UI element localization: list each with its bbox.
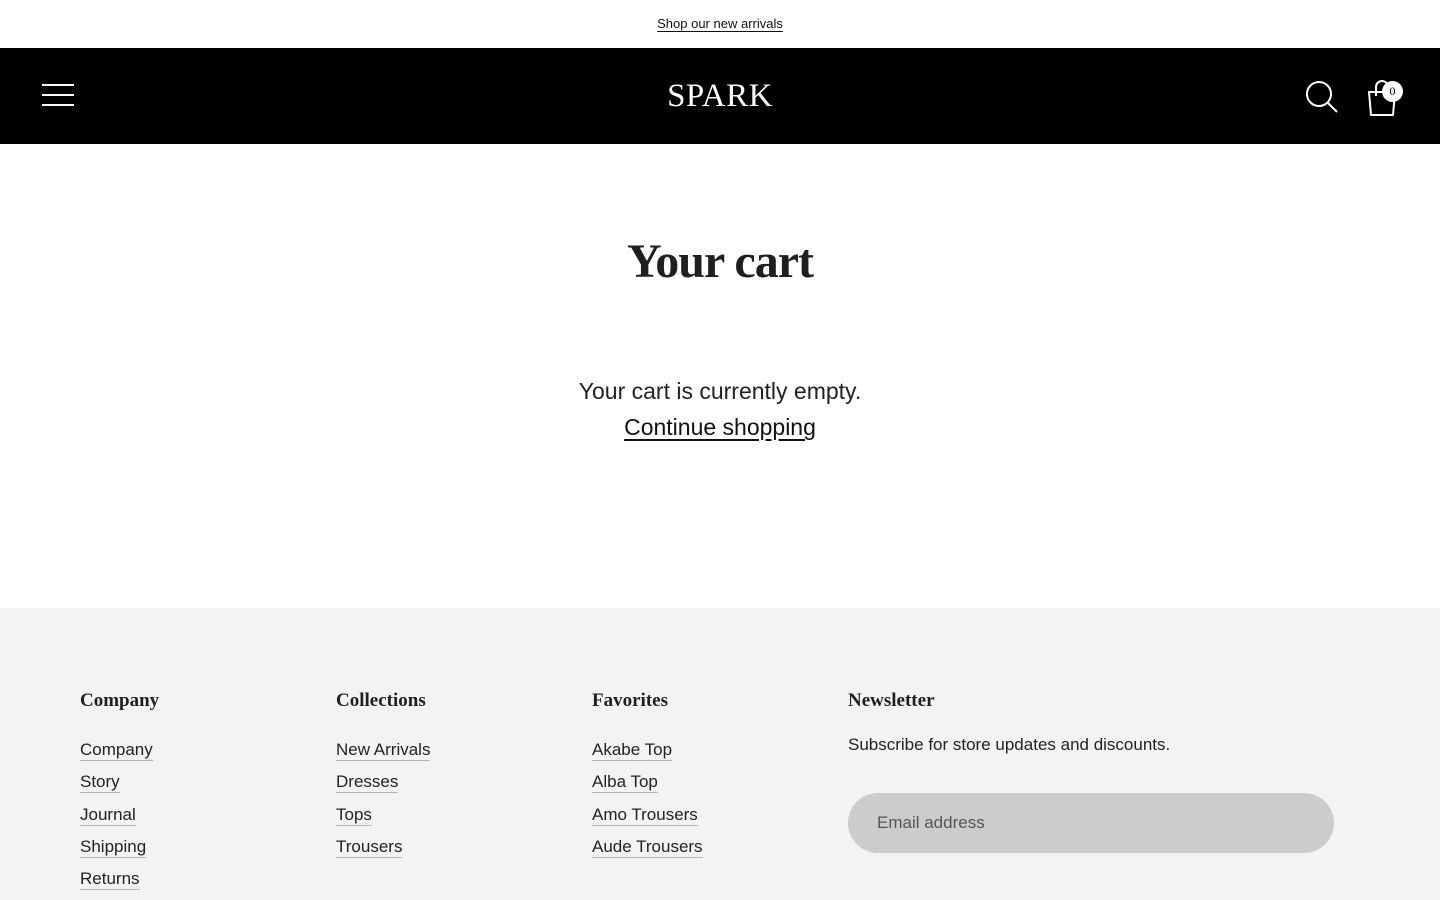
newsletter-email-input[interactable] [848, 793, 1334, 853]
footer-heading-favorites: Favorites [592, 690, 668, 711]
footer-link-company[interactable]: Company [80, 740, 153, 761]
footer-heading-company: Company [80, 690, 160, 711]
footer-column-collections: Collections New Arrivals Dresses Tops Tr… [336, 690, 431, 869]
footer-link-new-arrivals[interactable]: New Arrivals [336, 740, 431, 761]
footer-link-aude-trousers[interactable]: Aude Trousers [592, 836, 703, 858]
site-header: SPARK [0, 48, 1440, 144]
site-footer: Company Company Story Journal Shipping R… [0, 608, 1440, 900]
page-title: Your cart [626, 235, 814, 288]
footer-link-trousers[interactable]: Trousers [336, 836, 403, 858]
search-icon[interactable] [1304, 79, 1340, 115]
footer-link-dresses[interactable]: Dresses [336, 772, 399, 794]
footer-link-story[interactable]: Story [80, 772, 120, 794]
site-logo[interactable]: SPARK [667, 78, 773, 114]
hamburger-menu-icon[interactable] [42, 82, 74, 108]
footer-link-returns[interactable]: Returns [80, 869, 140, 891]
logo-container: SPARK [0, 76, 1440, 116]
footer-heading-collections: Collections [336, 690, 426, 711]
cart-main: Your cart Your cart is currently empty. … [0, 144, 1440, 608]
footer-link-shipping[interactable]: Shipping [80, 836, 147, 858]
announcement-link[interactable]: Shop our new arrivals [657, 16, 783, 31]
footer-link-akabe-top[interactable]: Akabe Top [592, 740, 673, 761]
footer-link-tops[interactable]: Tops [336, 804, 372, 826]
announcement-bar: Shop our new arrivals [0, 0, 1440, 48]
continue-shopping-link[interactable]: Continue shopping [624, 414, 816, 440]
footer-column-company: Company Company Story Journal Shipping R… [80, 690, 159, 900]
footer-link-amo-trousers[interactable]: Amo Trousers [592, 804, 698, 826]
footer-link-alba-top[interactable]: Alba Top [592, 772, 658, 794]
footer-column-newsletter: Newsletter Subscribe for store updates a… [848, 690, 1334, 853]
continue-shopping-container: Continue shopping [0, 414, 1440, 441]
empty-cart-message: Your cart is currently empty. [578, 378, 862, 404]
footer-heading-newsletter: Newsletter [848, 690, 935, 711]
footer-column-favorites: Favorites Akabe Top Alba Top Amo Trouser… [592, 690, 703, 869]
footer-link-journal[interactable]: Journal [80, 804, 136, 826]
cart-count-badge: 0 [1382, 81, 1403, 102]
newsletter-description: Subscribe for store updates and discount… [848, 735, 1171, 754]
